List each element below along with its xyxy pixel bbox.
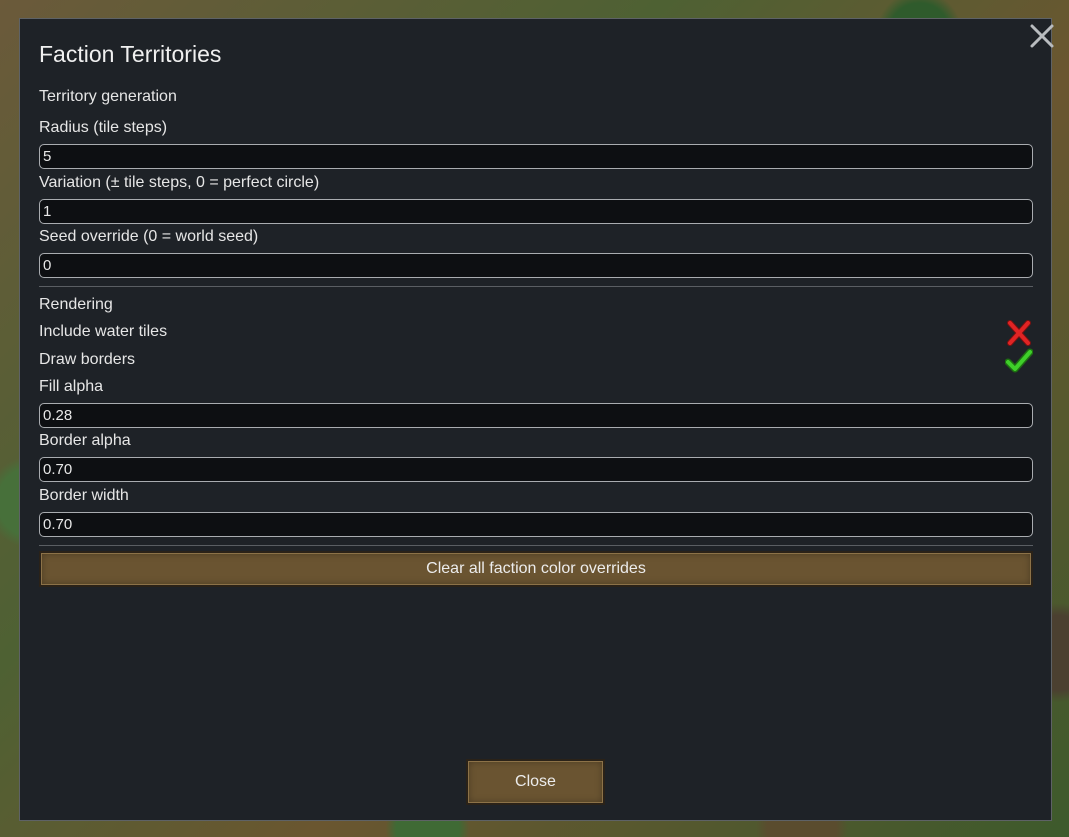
fill-alpha-input[interactable] (39, 403, 1033, 428)
clear-color-overrides-button[interactable]: Clear all faction color overrides (39, 551, 1033, 587)
section-divider (39, 545, 1033, 546)
close-button[interactable]: Close (466, 759, 605, 805)
seed-override-input[interactable] (39, 253, 1033, 278)
fill-alpha-label: Fill alpha (39, 378, 104, 395)
draw-borders-label: Draw borders (39, 351, 136, 368)
include-water-label: Include water tiles (39, 323, 168, 340)
radius-input[interactable] (39, 144, 1033, 169)
checkmark-icon[interactable] (1005, 348, 1033, 374)
rendering-heading: Rendering (39, 296, 113, 313)
variation-input[interactable] (39, 199, 1033, 224)
dialog-title: Faction Territories (39, 41, 222, 67)
close-icon[interactable] (1028, 22, 1056, 50)
border-alpha-label: Border alpha (39, 432, 131, 449)
seed-override-label: Seed override (0 = world seed) (39, 228, 259, 245)
section-divider (39, 286, 1033, 287)
border-width-input[interactable] (39, 512, 1033, 537)
faction-territories-dialog: Faction Territories Territory generation… (19, 18, 1054, 821)
border-width-label: Border width (39, 487, 129, 504)
border-alpha-input[interactable] (39, 457, 1033, 482)
cross-icon[interactable] (1005, 320, 1033, 346)
territory-generation-heading: Territory generation (39, 88, 177, 105)
radius-label: Radius (tile steps) (39, 119, 168, 136)
variation-label: Variation (± tile steps, 0 = perfect cir… (39, 174, 320, 191)
